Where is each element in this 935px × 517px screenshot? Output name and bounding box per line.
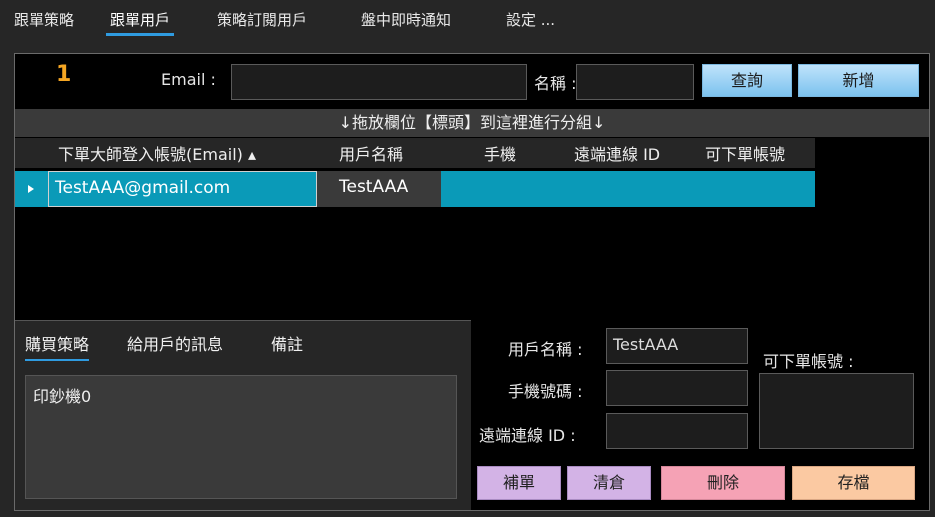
column-phone[interactable]: 手機 [484,141,516,165]
table-row[interactable]: TestAAA@gmail.com TestAAA [15,171,815,207]
column-accounts[interactable]: 可下單帳號 [705,141,785,165]
tab-follow-strategy[interactable]: 跟單策略 [10,8,78,36]
email-search-input[interactable] [231,64,527,100]
liquidate-button[interactable]: 清倉 [567,466,651,500]
tab-strategy-subscribers[interactable]: 策略訂閱用戶 [213,8,311,36]
purchased-strategy-list[interactable]: 印鈔機0 [25,375,457,499]
query-button[interactable]: 查詢 [702,64,792,97]
tab-purchased-strategy[interactable]: 購買策略 [25,331,90,361]
email-label: Email : [161,70,216,89]
detail-phone-label: 手機號碼 : [508,382,583,401]
cell-email[interactable]: TestAAA@gmail.com [48,171,317,207]
add-button[interactable]: 新增 [798,64,919,97]
tab-settings[interactable]: 設定 ... [502,8,559,36]
detail-remote-label: 遠端連線 ID : [479,426,576,445]
backfill-button[interactable]: 補單 [477,466,561,500]
tab-message-to-user[interactable]: 給用戶的訊息 [127,331,223,355]
detail-name-label: 用戶名稱 : [508,340,583,359]
name-search-input[interactable] [576,64,694,100]
delete-button[interactable]: 刪除 [661,466,785,500]
save-button[interactable]: 存檔 [792,466,915,500]
tab-notes[interactable]: 備註 [271,331,303,355]
detail-accounts-field[interactable] [759,373,914,449]
cell-user-name[interactable]: TestAAA [317,171,441,207]
row-selector[interactable] [15,171,48,207]
grid-column-headers: 下單大師登入帳號(Email) ▴ 用戶名稱 手機 遠端連線 ID 可下單帳號 [15,138,815,168]
main-panel: 1 Email : 名稱 : 查詢 新增 ↓拖放欄位【標頭】到這裡進行分組↓ 下… [14,53,930,511]
search-bar: 1 Email : 名稱 : 查詢 新增 [15,54,929,106]
detail-remote-field[interactable] [606,413,748,449]
detail-accounts-label: 可下單帳號 : [763,352,854,371]
column-email[interactable]: 下單大師登入帳號(Email) ▴ [58,141,256,165]
group-by-drop-area[interactable]: ↓拖放欄位【標頭】到這裡進行分組↓ [15,109,929,137]
tab-intraday-notify[interactable]: 盤中即時通知 [357,8,455,36]
name-label: 名稱 : [534,74,577,93]
detail-phone-field[interactable] [606,370,748,406]
play-arrow-icon [28,185,34,193]
grid-empty-area [15,207,929,319]
row-number: 1 [56,62,72,87]
tab-follow-users[interactable]: 跟單用戶 [106,8,175,36]
detail-name-field[interactable]: TestAAA [606,328,748,364]
column-remote-id[interactable]: 遠端連線 ID [574,141,660,165]
bottom-left-panel: 購買策略 給用戶的訊息 備註 印鈔機0 [15,320,471,510]
user-detail-panel: 用戶名稱 : TestAAA 可下單帳號 : 手機號碼 : 遠端連線 ID : … [471,320,929,510]
top-tab-bar: 跟單策略 跟單用戶 策略訂閱用戶 盤中即時通知 設定 ... [0,0,935,44]
column-user-name[interactable]: 用戶名稱 [339,141,403,165]
